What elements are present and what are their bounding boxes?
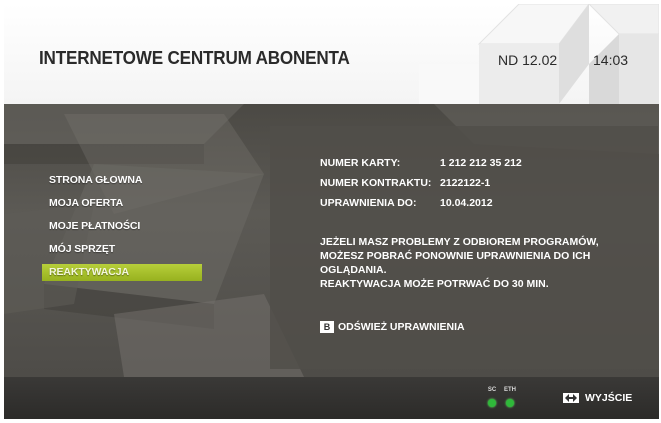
eth-indicator: ETH (500, 386, 520, 412)
clock: 14:03 (593, 52, 629, 68)
message-line: MOŻESZ POBRAĆ PONOWNIE UPRAWNIENIA DO IC… (320, 250, 591, 262)
exit-arrow-icon (563, 393, 579, 403)
rights-until-value: 10.04.2012 (440, 197, 493, 209)
message-line: REAKTYWACJA MOŻE POTRWAĆ DO 30 MIN. (320, 278, 549, 290)
side-menu: STRONA GŁOWNA MOJA OFERTA MOJE PŁATNOŚCI… (42, 172, 202, 287)
status-dot-icon (488, 399, 496, 407)
message-line: OGLĄDANIA. (320, 264, 387, 276)
refresh-rights-button[interactable]: B ODŚWIEŻ UPRAWNIENIA (320, 321, 465, 333)
date-display: ND 12.02 (498, 52, 558, 68)
message-line: JEŻELI MASZ PROBLEMY Z ODBIOREM PROGRAMÓ… (320, 236, 599, 248)
card-number-value: 1 212 212 35 212 (440, 157, 522, 169)
menu-item-moj-sprzet[interactable]: MÓJ SPRZĘT (42, 241, 202, 258)
sc-indicator: SC (482, 386, 502, 412)
menu-item-reaktywacja[interactable]: REAKTYWACJA (42, 264, 202, 281)
b-key-icon: B (320, 321, 334, 333)
menu-item-strona-glowna[interactable]: STRONA GŁOWNA (42, 172, 202, 189)
refresh-rights-label: ODŚWIEŻ UPRAWNIENIA (338, 321, 465, 333)
status-dot-icon (506, 399, 514, 407)
card-number-label: NUMER KARTY: (320, 157, 401, 169)
contract-number-label: NUMER KONTRAKTU: (320, 177, 432, 189)
page-title: INTERNETOWE CENTRUM ABONENTA (39, 48, 350, 68)
exit-label: WYJŚCIE (585, 392, 633, 404)
eth-indicator-label: ETH (504, 387, 516, 393)
exit-button[interactable]: WYJŚCIE (563, 392, 632, 404)
menu-item-moje-platnosci[interactable]: MOJE PŁATNOŚCI (42, 218, 202, 235)
footer-bar: SC ETH WYJŚCIE (4, 377, 659, 419)
menu-item-moja-oferta[interactable]: MOJA OFERTA (42, 195, 202, 212)
reactivation-message: JEŻELI MASZ PROBLEMY Z ODBIOREM PROGRAMÓ… (320, 235, 630, 291)
rights-until-label: UPRAWNIENIA DO: (320, 197, 417, 209)
main-area: STRONA GŁOWNA MOJA OFERTA MOJE PŁATNOŚCI… (4, 104, 659, 377)
contract-number-value: 2122122-1 (440, 177, 491, 189)
tv-screen: INTERNETOWE CENTRUM ABONENTA ND 12.02 14… (4, 4, 659, 419)
header-bar: INTERNETOWE CENTRUM ABONENTA ND 12.02 14… (4, 4, 659, 104)
content-panel: NUMER KARTY: 1 212 212 35 212 NUMER KONT… (270, 126, 658, 369)
sc-indicator-label: SC (487, 387, 497, 393)
